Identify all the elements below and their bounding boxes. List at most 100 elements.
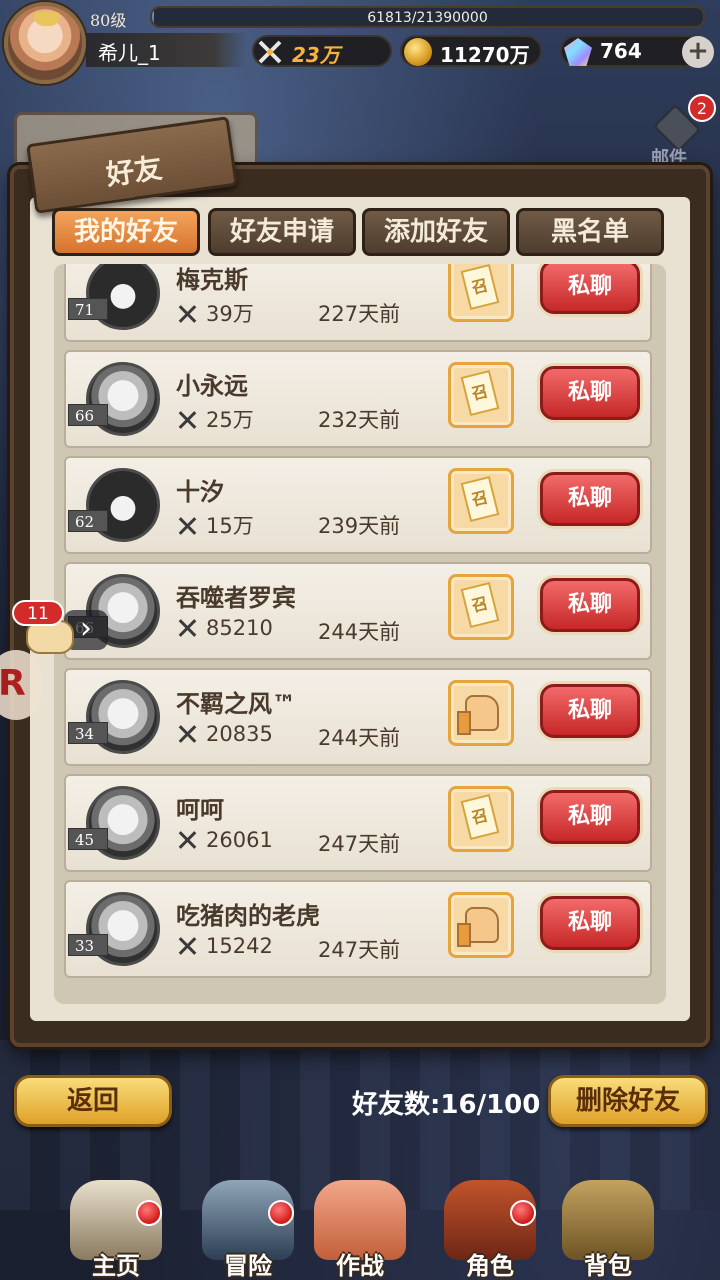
summon-card-icon: 召 xyxy=(460,793,500,841)
friend-last-seen: 244天前 xyxy=(318,726,401,750)
friend-level: 34 xyxy=(68,722,108,744)
nav-label: 角色 xyxy=(466,1252,514,1280)
notification-dot xyxy=(136,1200,162,1226)
friend-power-value: 26061 xyxy=(206,828,273,852)
friend-row[interactable]: 71 梅克斯 39万 227天前 召私聊 xyxy=(64,264,652,342)
friend-power: 85210 xyxy=(176,616,273,640)
tab-friend-requests[interactable]: 好友申请 xyxy=(208,208,356,256)
summon-button[interactable]: 召 xyxy=(448,468,514,534)
friend-last-seen: 247天前 xyxy=(318,832,401,856)
friend-last-seen: 227天前 xyxy=(318,302,401,326)
private-chat-button[interactable]: 私聊 xyxy=(540,896,640,950)
friend-name: 吃猪肉的老虎 xyxy=(176,902,320,930)
nav-battle[interactable]: 作战 xyxy=(300,1170,420,1280)
player-name: 希儿_1 xyxy=(86,33,246,67)
friend-level: 45 xyxy=(68,828,108,850)
friend-power-value: 15万 xyxy=(206,514,254,538)
tab-blacklist[interactable]: 黑名单 xyxy=(516,208,664,256)
friend-power: 20835 xyxy=(176,722,273,746)
delete-friend-button[interactable]: 删除好友 xyxy=(548,1075,708,1127)
crossed-swords-icon xyxy=(176,517,198,535)
summon-button[interactable]: 召 xyxy=(448,786,514,852)
gem-value: 764 xyxy=(600,39,642,63)
friend-name: 吞噬者罗宾 xyxy=(176,584,296,612)
friend-row[interactable]: 33 吃猪肉的老虎 15242 247天前 私聊 xyxy=(64,880,652,978)
mail-button[interactable]: 邮件 2 xyxy=(648,94,716,169)
bottom-nav: 主页 冒险 作战 角色 背包 xyxy=(0,1170,720,1280)
crossed-swords-icon xyxy=(176,937,198,955)
exp-bar: 61813/21390000 xyxy=(150,6,705,28)
mail-badge: 2 xyxy=(688,94,716,122)
friend-power-value: 85210 xyxy=(206,616,273,640)
friend-count: 好友数:16/100 xyxy=(352,1090,541,1120)
crossed-swords-icon xyxy=(256,38,284,66)
private-chat-button[interactable]: 私聊 xyxy=(540,472,640,526)
side-logo-letter: R xyxy=(0,663,26,704)
chat-shortcut[interactable]: › 11 xyxy=(6,600,108,660)
friend-power-value: 25万 xyxy=(206,408,254,432)
notification-dot xyxy=(268,1200,294,1226)
summon-card-icon: 召 xyxy=(460,369,500,417)
crossed-swords-icon xyxy=(176,725,198,743)
side-logo-button[interactable]: R xyxy=(0,650,42,720)
nav-backpack[interactable]: 背包 xyxy=(548,1170,668,1280)
gem-icon xyxy=(564,38,592,66)
friend-row[interactable]: 62 十汐 15万 239天前 召私聊 xyxy=(64,456,652,554)
friend-row[interactable]: 66吞噬者罗宾85210244天前召私聊 xyxy=(64,562,652,660)
player-level: 80级 xyxy=(90,11,127,30)
summon-card-icon: 召 xyxy=(460,264,500,311)
player-avatar[interactable] xyxy=(4,2,86,84)
friend-power: 25万 xyxy=(176,404,254,434)
friend-power-value: 15242 xyxy=(206,934,273,958)
friend-power: 15万 xyxy=(176,510,254,540)
friend-power: 39万 xyxy=(176,298,254,328)
gold-value: 11270万 xyxy=(440,43,530,67)
notification-dot xyxy=(510,1200,536,1226)
friend-row[interactable]: 45 呵呵 26061 247天前 召私聊 xyxy=(64,774,652,872)
summon-button[interactable]: 召 xyxy=(448,264,514,322)
friend-level: 66 xyxy=(68,404,108,426)
friend-power: 26061 xyxy=(176,828,273,852)
private-chat-button[interactable]: 私聊 xyxy=(540,366,640,420)
private-chat-button[interactable]: 私聊 xyxy=(540,264,640,314)
nav-character[interactable]: 角色 xyxy=(430,1170,550,1280)
thumbs-up-icon xyxy=(457,695,499,735)
nav-adventure[interactable]: 冒险 xyxy=(188,1170,308,1280)
like-button[interactable] xyxy=(448,892,514,958)
tab-my-friends[interactable]: 我的好友 xyxy=(52,208,200,256)
nav-label: 背包 xyxy=(584,1252,632,1280)
top-bar: 80级 61813/21390000 希儿_1 23万 11270万 764 + xyxy=(0,0,720,90)
power-display: 23万 xyxy=(252,35,392,67)
gold-display: 11270万 xyxy=(400,35,542,67)
tab-add-friend[interactable]: 添加好友 xyxy=(362,208,510,256)
nav-label: 主页 xyxy=(92,1252,140,1280)
friend-last-seen: 232天前 xyxy=(318,408,401,432)
crossed-swords-icon xyxy=(176,305,198,323)
summon-button[interactable]: 召 xyxy=(448,362,514,428)
private-chat-button[interactable]: 私聊 xyxy=(540,684,640,738)
private-chat-button[interactable]: 私聊 xyxy=(540,578,640,632)
friend-level: 33 xyxy=(68,934,108,956)
friend-name: 呵呵 xyxy=(176,796,224,824)
friend-power: 15242 xyxy=(176,934,273,958)
friend-row[interactable]: 66 小永远 25万 232天前 召私聊 xyxy=(64,350,652,448)
friend-power-value: 39万 xyxy=(206,302,254,326)
add-gems-button[interactable]: + xyxy=(682,36,714,68)
panel-title: 好友 xyxy=(104,151,165,192)
summon-button[interactable]: 召 xyxy=(448,574,514,640)
private-chat-button[interactable]: 私聊 xyxy=(540,790,640,844)
friend-level: 62 xyxy=(68,510,108,532)
nav-home[interactable]: 主页 xyxy=(56,1170,176,1280)
friend-row[interactable]: 34 不羁之风™ 20835 244天前 私聊 xyxy=(64,668,652,766)
back-button[interactable]: 返回 xyxy=(14,1075,172,1127)
nav-label: 冒险 xyxy=(224,1252,272,1280)
friend-avatar[interactable] xyxy=(86,264,160,330)
nav-label: 作战 xyxy=(336,1252,384,1280)
summon-card-icon: 召 xyxy=(460,475,500,523)
summon-card-icon: 召 xyxy=(460,581,500,629)
friend-list[interactable]: 71 梅克斯 39万 227天前召私聊 66 小永远 25万 232天前召私聊 62 十汐 15万 2… xyxy=(54,264,666,1004)
like-button[interactable] xyxy=(448,680,514,746)
friend-name: 小永远 xyxy=(176,372,248,400)
crossed-swords-icon xyxy=(176,619,198,637)
crossed-swords-icon xyxy=(176,831,198,849)
